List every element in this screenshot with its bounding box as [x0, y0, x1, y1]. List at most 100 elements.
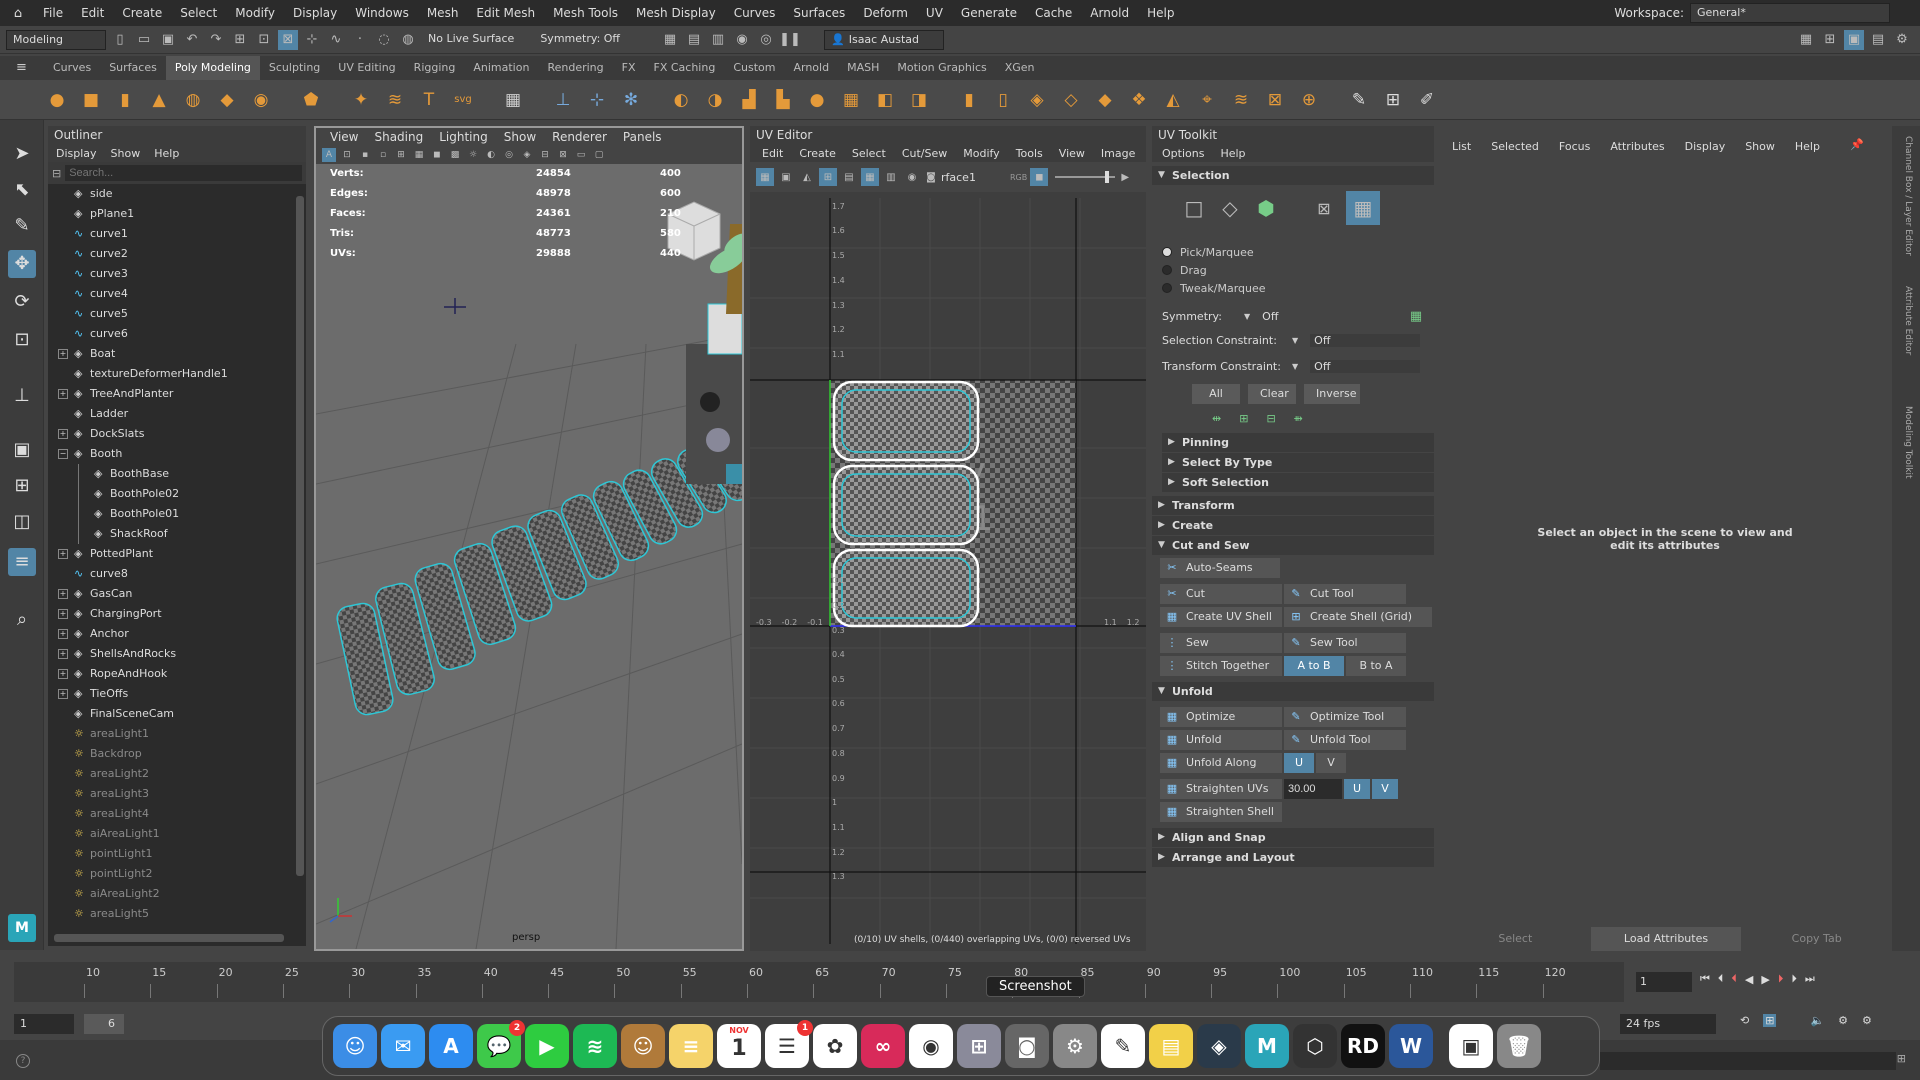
symmetry-grid-icon[interactable]: ▦: [1406, 306, 1426, 326]
shelf-tab-curves[interactable]: Curves: [44, 56, 100, 80]
outliner-scrollbar[interactable]: [296, 196, 304, 876]
outliner-item[interactable]: ☼ areaLight5: [48, 904, 306, 924]
menu-display[interactable]: Display: [284, 0, 346, 26]
face-mode-icon[interactable]: ⬢: [1252, 194, 1280, 222]
outliner-item[interactable]: ☼ areaLight4: [48, 804, 306, 824]
screenshot-app-icon[interactable]: ◙: [1005, 1024, 1049, 1068]
extrude-icon[interactable]: ▮: [956, 87, 982, 113]
uv-menu-edit[interactable]: Edit: [754, 147, 791, 160]
attr-menu-selected[interactable]: Selected: [1491, 140, 1539, 153]
uv-grid-icon[interactable]: ⊞: [1380, 87, 1406, 113]
outliner-item[interactable]: ∿ curve5: [48, 304, 306, 324]
connect-icon[interactable]: ❖: [1126, 87, 1152, 113]
current-frame-field[interactable]: 1: [1636, 972, 1692, 992]
unfold-along-button[interactable]: ▦ Unfold Along: [1160, 753, 1282, 773]
uv-menu-select[interactable]: Select: [844, 147, 894, 160]
select-component-icon[interactable]: ⊠: [278, 29, 298, 50]
settings-icon[interactable]: ⚙: [1862, 1014, 1872, 1027]
mode-dropdown[interactable]: Modeling: [6, 29, 106, 50]
vertex-mode-icon[interactable]: ◇: [1216, 194, 1244, 222]
menu-uv[interactable]: UV: [917, 0, 952, 26]
arrange-layout-section[interactable]: ▶ Arrange and Layout: [1152, 848, 1434, 867]
cut-button[interactable]: ✂ Cut: [1160, 584, 1282, 604]
layout-icon-2[interactable]: ⊞: [1820, 30, 1840, 50]
create-shell-grid-button[interactable]: ⊞ Create Shell (Grid): [1284, 607, 1432, 627]
pivot-icon[interactable]: ⊥: [550, 87, 576, 113]
platonic-icon[interactable]: ⬟: [298, 87, 324, 113]
select-object-icon[interactable]: ⊡: [254, 30, 274, 50]
super-shape-icon[interactable]: ✦: [348, 87, 374, 113]
uv-alpha-icon[interactable]: ◼: [1030, 168, 1049, 186]
uv-menu-view[interactable]: View: [1051, 147, 1093, 160]
scale-tool-icon[interactable]: ⊡: [8, 326, 36, 354]
create-uv-shell-button[interactable]: ▦ Create UV Shell: [1160, 607, 1282, 627]
outliner-item[interactable]: + ◈ GasCan: [48, 584, 306, 604]
type-icon[interactable]: T: [416, 87, 442, 113]
render-icon[interactable]: ▦: [660, 30, 680, 50]
unfold-along-u-button[interactable]: U: [1284, 753, 1314, 773]
menu-mesh-tools[interactable]: Mesh Tools: [544, 0, 627, 26]
go-end-icon[interactable]: ⏭: [1805, 972, 1815, 986]
messages-app-icon[interactable]: 💬 2: [477, 1020, 525, 1068]
menu-surfaces[interactable]: Surfaces: [784, 0, 854, 26]
finder-app-icon[interactable]: ☺: [333, 1024, 377, 1068]
outliner-item[interactable]: ☼ areaLight2: [48, 764, 306, 784]
textedit-app-icon[interactable]: ✎: [1101, 1024, 1145, 1068]
viewport-persp[interactable]: View Shading Lighting Show Renderer Panels A …: [314, 126, 744, 951]
timeline[interactable]: 10 15 20 25 30 35 40 45 50 55 60 65 70 75 80 85 90 95 100 1…: [0, 958, 1920, 1006]
uv-surface-field[interactable]: rface1: [941, 171, 1001, 184]
uv-borders-icon[interactable]: ▥: [882, 168, 900, 186]
outliner-item[interactable]: ◈ BoothBase: [48, 464, 306, 484]
center-pivot-icon[interactable]: ⊹: [584, 87, 610, 113]
uv-menu-tools[interactable]: Tools: [1008, 147, 1051, 160]
viewport-menu-lighting[interactable]: Lighting: [431, 128, 496, 146]
attr-menu-focus[interactable]: Focus: [1559, 140, 1590, 153]
viewport-menu-panels[interactable]: Panels: [615, 128, 670, 146]
live-surface-field[interactable]: No Live Surface: [422, 29, 521, 50]
filter-icon[interactable]: ⊟: [52, 167, 61, 180]
menu-generate[interactable]: Generate: [952, 0, 1026, 26]
combine-grid-icon[interactable]: ▦: [500, 87, 526, 113]
redo-icon[interactable]: ↷: [206, 30, 226, 50]
unfold-along-v-button[interactable]: V: [1316, 753, 1346, 773]
outliner-item[interactable]: ∿ curve8: [48, 564, 306, 584]
subsection-pinning[interactable]: ▶ Pinning: [1162, 433, 1434, 452]
selection-inverse-button[interactable]: Inverse: [1304, 384, 1360, 404]
expand-toggle-icon[interactable]: +: [58, 589, 68, 599]
move-tool-icon[interactable]: ✥: [8, 250, 36, 278]
slide-edge-icon[interactable]: ⌖: [1194, 87, 1220, 113]
facetime-app-icon[interactable]: ▶: [525, 1024, 569, 1068]
transform-constraint-value[interactable]: Off: [1310, 359, 1421, 373]
settings-app-icon[interactable]: ⚙: [1053, 1024, 1097, 1068]
uv-checker-icon[interactable]: ⊞: [819, 168, 837, 186]
layout-icon-1[interactable]: ▦: [1796, 30, 1816, 50]
sew-tool-button[interactable]: ✎ Sew Tool: [1284, 633, 1406, 653]
fill-hole-icon[interactable]: ⊕: [1296, 87, 1322, 113]
stitch-together-button[interactable]: ⋮ Stitch Together: [1160, 656, 1282, 676]
mirror-icon[interactable]: ◧: [872, 87, 898, 113]
rgb-toggle[interactable]: RGB: [1010, 173, 1027, 182]
cut-tool-button[interactable]: ✎ Cut Tool: [1284, 584, 1406, 604]
outliner-item[interactable]: ☼ aiAreaLight2: [48, 884, 306, 904]
b-to-a-button[interactable]: B to A: [1346, 656, 1406, 676]
key-icon[interactable]: ⊞: [1763, 1014, 1777, 1027]
last-tool-icon[interactable]: ⊥: [8, 382, 36, 410]
outliner-item[interactable]: ☼ areaLight3: [48, 784, 306, 804]
straighten-v-button[interactable]: V: [1372, 779, 1398, 799]
render-view-icon[interactable]: ▤: [684, 30, 704, 50]
aa-icon[interactable]: ⊟: [538, 148, 552, 162]
menu-select[interactable]: Select: [171, 0, 226, 26]
photos-app-icon[interactable]: ✿: [813, 1024, 857, 1068]
target-weld-icon[interactable]: ◆: [1092, 87, 1118, 113]
davinci-app-icon[interactable]: ◈: [1197, 1024, 1241, 1068]
outliner-search-input[interactable]: [65, 165, 302, 181]
outliner-menu-show[interactable]: Show: [111, 147, 141, 160]
uv-arrow-icon[interactable]: ▶: [1118, 168, 1132, 186]
uv-menu-modify[interactable]: Modify: [955, 147, 1007, 160]
uv-shell-mode-icon[interactable]: ▦: [1346, 191, 1380, 225]
symmetry-dropdown[interactable]: Symmetry: Off: [534, 29, 627, 50]
rotate-tool-icon[interactable]: ⟳: [8, 288, 36, 316]
subsection-select-by-type[interactable]: ▶ Select By Type: [1162, 453, 1434, 472]
uv-distort-icon[interactable]: ▦: [861, 168, 879, 186]
unfold-tool-button[interactable]: ✎ Unfold Tool: [1284, 730, 1406, 750]
